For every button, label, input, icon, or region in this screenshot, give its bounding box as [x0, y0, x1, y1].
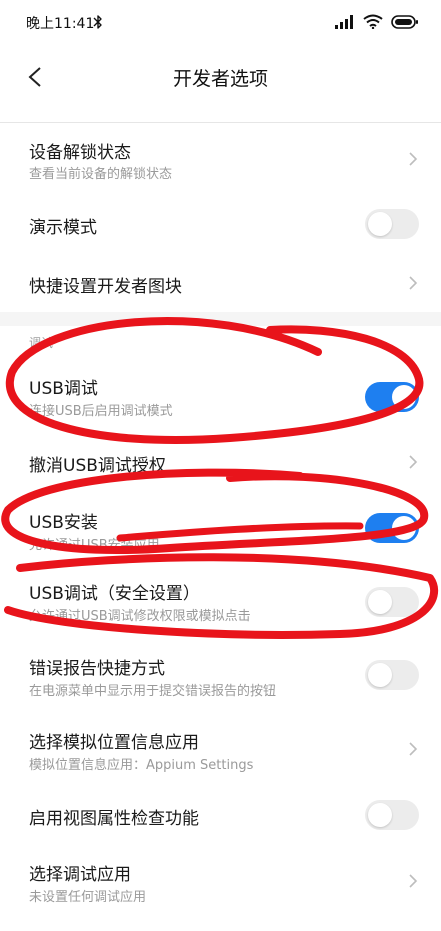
section-label: 调试 — [29, 336, 54, 350]
usb-debugging-toggle[interactable] — [365, 382, 419, 412]
wifi-icon — [363, 14, 383, 29]
row-label: 快捷设置开发者图块 — [29, 277, 182, 297]
divider — [0, 122, 441, 123]
row-subtitle: 允许通过USB安装应用 — [29, 538, 160, 553]
bug-report-shortcut-toggle[interactable] — [365, 660, 419, 690]
demo-mode-toggle[interactable] — [365, 209, 419, 239]
toggle-knob — [368, 590, 392, 614]
row-label: 错误报告快捷方式 — [29, 659, 165, 679]
row-subtitle: 连接USB后启用调试模式 — [29, 404, 173, 419]
section-divider — [0, 312, 441, 326]
chevron-right-icon — [409, 455, 418, 469]
row-subtitle: 模拟位置信息应用：Appium Settings — [29, 758, 254, 773]
chevron-right-icon — [409, 742, 418, 756]
row-label: 选择模拟位置信息应用 — [29, 733, 199, 753]
toggle-knob — [368, 212, 392, 236]
chevron-right-icon — [409, 874, 418, 888]
row-label: USB调试（安全设置） — [29, 584, 200, 604]
row-device-unlock-status[interactable]: 设备解锁状态 查看当前设备的解锁状态 — [0, 126, 441, 193]
row-usb-debugging: USB调试 连接USB后启用调试模式 — [0, 362, 441, 432]
row-label: USB调试 — [29, 379, 98, 399]
battery-icon — [391, 14, 418, 29]
chevron-right-icon — [409, 152, 418, 166]
row-select-debug-app[interactable]: 选择调试应用 未设置任何调试应用 — [0, 848, 441, 918]
title-bar: 开发者选项 — [0, 44, 441, 110]
row-demo-mode: 演示模式 — [0, 195, 441, 253]
row-mock-location-app[interactable]: 选择模拟位置信息应用 模拟位置信息应用：Appium Settings — [0, 716, 441, 786]
row-view-attribute-inspection: 启用视图属性检查功能 — [0, 786, 441, 846]
row-subtitle: 未设置任何调试应用 — [29, 890, 147, 905]
row-usb-debugging-security: USB调试（安全设置） 允许通过USB调试修改权限或模拟点击 — [0, 567, 441, 637]
status-time: 晚上11:41 — [26, 16, 95, 32]
toggle-knob — [368, 663, 392, 687]
status-bar: 晚上11:41 — [0, 0, 441, 44]
row-revoke-usb-debugging[interactable]: 撤消USB调试授权 — [0, 433, 441, 491]
toggle-knob — [392, 385, 416, 409]
row-usb-install: USB安装 允许通过USB安装应用 — [0, 496, 441, 566]
signal-icon — [335, 14, 353, 29]
toggle-knob — [392, 516, 416, 540]
usb-debugging-security-toggle[interactable] — [365, 587, 419, 617]
toggle-knob — [368, 803, 392, 827]
page-title: 开发者选项 — [172, 68, 268, 90]
bluetooth-icon — [93, 15, 102, 29]
row-label: 演示模式 — [29, 218, 97, 238]
row-label: 设备解锁状态 — [29, 143, 131, 163]
row-subtitle: 查看当前设备的解锁状态 — [29, 167, 173, 182]
row-quick-settings-tiles[interactable]: 快捷设置开发者图块 — [0, 254, 441, 312]
row-label: 启用视图属性检查功能 — [29, 809, 199, 829]
usb-install-toggle[interactable] — [365, 513, 419, 543]
row-bug-report-shortcut: 错误报告快捷方式 在电源菜单中显示用于提交错误报告的按钮 — [0, 642, 441, 712]
row-label: 选择调试应用 — [29, 865, 131, 885]
chevron-right-icon — [409, 276, 418, 290]
view-attribute-inspection-toggle[interactable] — [365, 800, 419, 830]
row-label: 撤消USB调试授权 — [29, 456, 166, 476]
row-subtitle: 允许通过USB调试修改权限或模拟点击 — [29, 609, 251, 624]
row-label: USB安装 — [29, 513, 98, 533]
row-subtitle: 在电源菜单中显示用于提交错误报告的按钮 — [29, 684, 277, 699]
